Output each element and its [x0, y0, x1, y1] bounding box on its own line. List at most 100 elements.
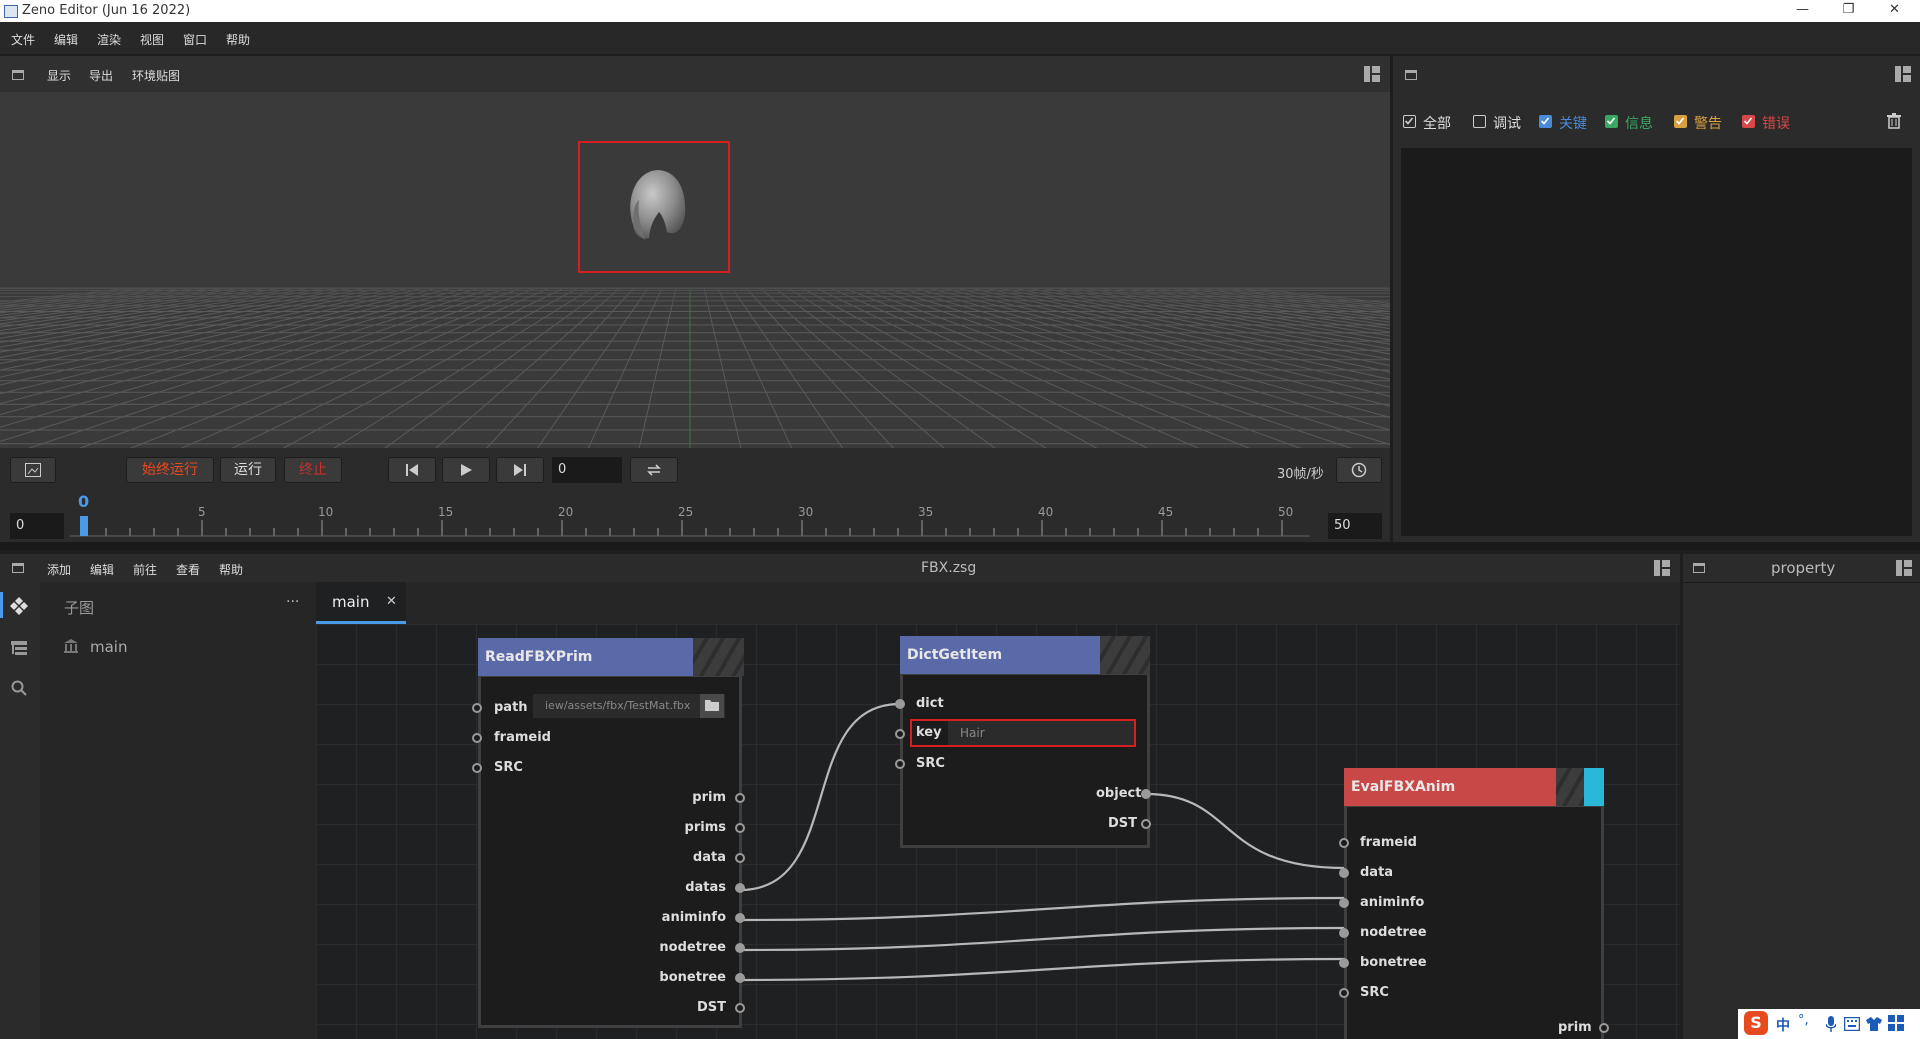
checkbox[interactable] [1674, 115, 1687, 128]
menu-file[interactable]: 文件 [11, 31, 35, 48]
port-DST[interactable] [735, 1003, 745, 1013]
graph-menu-view[interactable]: 查看 [176, 561, 200, 578]
graph-menu-add[interactable]: 添加 [47, 561, 71, 578]
checkbox[interactable] [1403, 115, 1416, 128]
subgraph-item-main[interactable]: main [60, 637, 260, 657]
stop-button[interactable]: 终止 [284, 457, 342, 483]
port-frameid[interactable] [472, 733, 482, 743]
nodes-icon[interactable] [10, 597, 28, 615]
sogou-logo-icon[interactable]: S [1744, 1011, 1768, 1035]
graph-menu-goto[interactable]: 前往 [133, 561, 157, 578]
port-nodetree[interactable] [735, 943, 745, 953]
run-button[interactable]: 运行 [220, 457, 276, 483]
port-dict[interactable] [895, 699, 905, 709]
port-src[interactable] [472, 763, 482, 773]
checkbox[interactable] [1742, 115, 1755, 128]
log-filter-1[interactable]: 调试 [1473, 113, 1543, 132]
prev-frame-button[interactable] [388, 457, 436, 483]
port-bonetree[interactable] [735, 973, 745, 983]
node-dictgetitem[interactable]: DictGetItem dict key Hair SRC object DST [895, 636, 1151, 848]
node-readfbxprim[interactable]: ReadFBXPrim path iew/assets/fbx/TestMat.… [472, 638, 745, 1028]
tab-close-button[interactable]: ✕ [386, 594, 397, 609]
port-path[interactable] [472, 703, 482, 713]
port-prim[interactable] [1599, 1023, 1609, 1033]
port-key[interactable] [895, 729, 905, 739]
frame-input[interactable]: 0 [552, 457, 622, 483]
dock-icon[interactable] [12, 70, 24, 80]
viewport-menu-export[interactable]: 导出 [89, 67, 113, 84]
browse-button[interactable] [700, 694, 724, 718]
dock-icon[interactable] [1693, 563, 1705, 573]
port-frameid[interactable] [1339, 838, 1349, 848]
port-prim[interactable] [735, 793, 745, 803]
port-src[interactable] [895, 759, 905, 769]
port-prims[interactable] [735, 823, 745, 833]
menu-edit[interactable]: 编辑 [54, 31, 78, 48]
node-options[interactable] [1556, 768, 1584, 806]
ime-punct[interactable]: °, [1798, 1013, 1809, 1028]
ime-mode[interactable]: 中 [1776, 1015, 1790, 1035]
log-filter-4[interactable]: 警告 [1674, 113, 1744, 132]
search-icon[interactable] [11, 680, 27, 696]
node-once-toggle[interactable] [1584, 768, 1604, 806]
next-frame-button[interactable] [496, 457, 544, 483]
tree-icon[interactable] [11, 640, 27, 656]
menu-window[interactable]: 窗口 [183, 31, 207, 48]
checkbox[interactable] [1539, 115, 1552, 128]
loop-button[interactable] [630, 457, 678, 483]
node-title[interactable]: DictGetItem [900, 636, 1100, 674]
log-filter-0[interactable]: 全部 [1403, 113, 1473, 132]
grid-menu-icon[interactable] [1888, 1015, 1904, 1031]
menu-help[interactable]: 帮助 [226, 31, 250, 48]
close-window-button[interactable]: ✕ [1872, 0, 1917, 22]
graph-menu-help[interactable]: 帮助 [219, 561, 243, 578]
port-data[interactable] [1339, 868, 1349, 878]
key-input[interactable]: key Hair [910, 719, 1136, 747]
port-SRC[interactable] [1339, 988, 1349, 998]
viewport-menu-envmap[interactable]: 环境贴图 [132, 67, 180, 84]
port-nodetree[interactable] [1339, 928, 1349, 938]
checkbox[interactable] [1473, 115, 1486, 128]
port-animinfo[interactable] [1339, 898, 1349, 908]
minimize-button[interactable]: — [1780, 0, 1825, 22]
log-filter-5[interactable]: 错误 [1742, 113, 1812, 132]
node-options[interactable] [1100, 636, 1150, 674]
screenshot-button[interactable] [10, 457, 56, 483]
port-dst[interactable] [1141, 819, 1151, 829]
node-evalfbxanim[interactable]: EvalFBXAnim frameid data animinfo nodetree b… [1339, 768, 1609, 1039]
node-options[interactable] [693, 638, 744, 676]
trash-icon[interactable] [1887, 113, 1901, 129]
more-options-button[interactable]: ··· [286, 594, 299, 610]
layout-icon[interactable] [1895, 66, 1911, 82]
mic-icon[interactable] [1826, 1016, 1836, 1032]
timeline-playhead[interactable] [80, 516, 88, 536]
log-filter-3[interactable]: 信息 [1605, 113, 1675, 132]
menu-view[interactable]: 视图 [140, 31, 164, 48]
dock-icon[interactable] [12, 563, 24, 573]
timeline-ruler[interactable]: 5 10 15 20 25 30 35 40 45 50 [70, 492, 1310, 542]
graph-menu-edit[interactable]: 编辑 [90, 561, 114, 578]
node-graph-canvas[interactable]: ReadFBXPrim path iew/assets/fbx/TestMat.… [316, 624, 1680, 1039]
play-button[interactable] [442, 457, 490, 483]
port-data[interactable] [735, 853, 745, 863]
path-input[interactable]: iew/assets/fbx/TestMat.fbx [533, 694, 725, 718]
viewport-menu-display[interactable]: 显示 [47, 67, 71, 84]
log-filter-2[interactable]: 关键 [1539, 113, 1609, 132]
panel-splitter[interactable] [0, 542, 1920, 550]
port-bonetree[interactable] [1339, 958, 1349, 968]
timeline-end-input[interactable]: 50 [1328, 513, 1382, 539]
port-animinfo[interactable] [735, 913, 745, 923]
node-title[interactable]: EvalFBXAnim [1344, 768, 1556, 806]
node-title[interactable]: ReadFBXPrim [478, 638, 693, 676]
checkbox[interactable] [1605, 115, 1618, 128]
keyboard-icon[interactable] [1844, 1017, 1860, 1031]
layout-icon[interactable] [1364, 66, 1380, 82]
timeline-start-input[interactable]: 0 [10, 513, 64, 539]
layout-icon[interactable] [1654, 560, 1670, 576]
always-run-button[interactable]: 始终运行 [126, 457, 214, 483]
skin-icon[interactable] [1866, 1017, 1882, 1031]
port-datas[interactable] [735, 883, 745, 893]
clock-button[interactable] [1336, 457, 1382, 483]
dock-icon[interactable] [1405, 70, 1417, 80]
layout-icon[interactable] [1896, 560, 1912, 576]
